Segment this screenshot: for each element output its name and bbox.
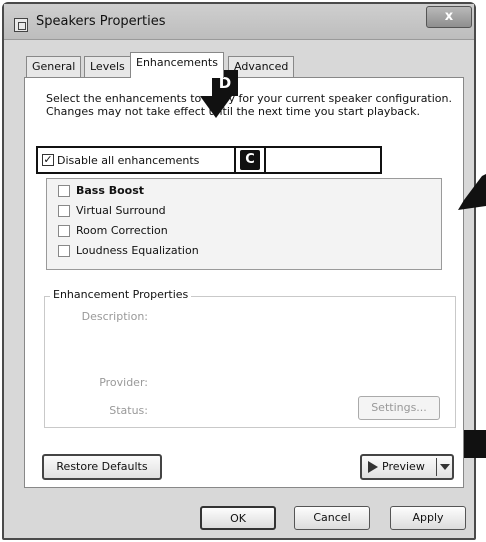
callout-c-label: C [240,150,260,170]
callout-marker [464,430,486,458]
bass-boost-label: Bass Boost [76,184,145,197]
bass-boost-checkbox[interactable] [58,185,70,197]
close-button[interactable]: x [426,6,472,28]
play-icon [368,461,378,473]
description-label: Description: [81,310,148,323]
speaker-properties-icon [14,18,28,32]
room-correction-checkbox[interactable] [58,225,70,237]
apply-button[interactable]: Apply [390,506,466,530]
tab-general[interactable]: General [26,56,82,77]
disable-all-checkbox[interactable]: ✓ [42,154,54,166]
preview-label: Preview [382,460,425,473]
intro-text: Select the enhancements to apply for you… [46,92,453,118]
virtual-surround-label: Virtual Surround [76,204,166,217]
window-title: Speakers Properties [36,14,166,29]
loudness-equalization-label: Loudness Equalization [76,244,199,257]
chevron-down-icon[interactable] [440,464,450,470]
provider-label: Provider: [99,376,148,389]
preview-button[interactable]: Preview [360,454,454,480]
loudness-equalization-checkbox[interactable] [58,245,70,257]
settings-button[interactable]: Settings... [358,396,440,420]
tab-enhancements[interactable]: Enhancements [130,52,224,78]
tab-levels[interactable]: Levels [84,56,131,77]
ok-button[interactable]: OK [200,506,276,530]
enhancement-properties-title: Enhancement Properties [50,288,192,301]
callout-arrow-icon [458,174,486,210]
preview-split-divider [436,458,437,476]
virtual-surround-checkbox[interactable] [58,205,70,217]
status-label: Status: [109,404,148,417]
restore-defaults-button[interactable]: Restore Defaults [42,454,162,480]
callout-d-arrow-icon [200,96,232,118]
disable-all-label[interactable]: Disable all enhancements [57,154,199,167]
room-correction-label: Room Correction [76,224,168,237]
cancel-button[interactable]: Cancel [294,506,370,530]
